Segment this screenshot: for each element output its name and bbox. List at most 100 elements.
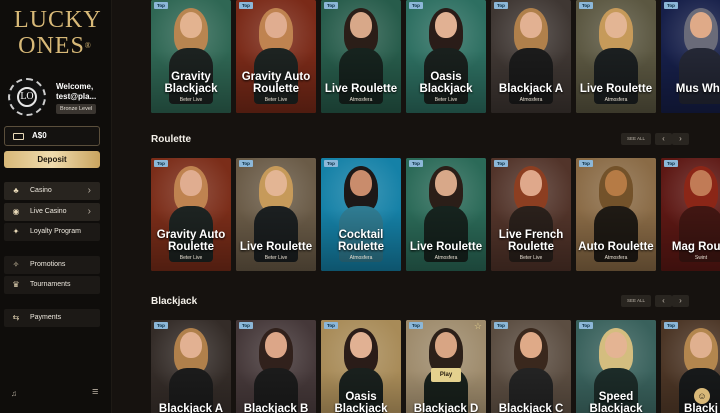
avatar[interactable]: LO xyxy=(8,78,46,116)
game-card[interactable]: Top Blackjack A xyxy=(151,320,231,413)
sidebar-item-tournaments[interactable]: ♛ Tournaments xyxy=(4,276,100,294)
game-card[interactable]: Top Blackjack C xyxy=(491,320,571,413)
chat-icon[interactable]: ☺ xyxy=(694,388,710,404)
game-title: Auto Roulette xyxy=(578,241,654,253)
sidebar-item-live-casino[interactable]: ◉ Live Casino › xyxy=(4,203,100,221)
game-card[interactable]: Top ☆ Play Blackjack D xyxy=(406,320,486,413)
play-button[interactable]: Play xyxy=(431,368,461,382)
top-badge: Top xyxy=(579,2,593,9)
top-badge: Top xyxy=(154,322,168,329)
section-title-blackjack: Blackjack xyxy=(151,296,198,307)
menu-icon[interactable]: ≡ xyxy=(92,386,98,398)
registered-mark: ® xyxy=(84,41,92,50)
game-provider: Beter Live xyxy=(519,255,543,261)
welcome-label: Welcome, xyxy=(56,82,94,91)
game-card[interactable]: Top Mus Whe xyxy=(661,0,720,113)
game-card[interactable]: Top Live Roulette Atmosfera xyxy=(576,0,656,113)
game-title: Live Roulette xyxy=(239,241,313,253)
tournaments-icon: ♛ xyxy=(12,280,20,289)
game-title: Live French Roulette xyxy=(498,229,564,253)
top-badge: Top xyxy=(579,322,593,329)
game-title: Oasis Blackjack xyxy=(334,391,388,413)
top-badge: Top xyxy=(409,322,423,329)
game-card[interactable]: Top Gravity Auto Roulette Beter Live xyxy=(236,0,316,113)
logo-line-1: LUCKY xyxy=(14,7,102,33)
profile-section[interactable]: LO Welcome, test@pla... Bronze Level xyxy=(8,78,108,118)
sidebar: LUCKY ONES® LO Welcome, test@pla... Bron… xyxy=(0,0,112,413)
game-card[interactable]: Top Mag Roule Swint xyxy=(661,158,720,271)
sidebar-item-casino[interactable]: ♣ Casino › xyxy=(4,182,100,200)
game-title: Live Roulette xyxy=(409,241,483,253)
sidebar-item-label: Loyalty Program xyxy=(30,228,81,235)
game-card[interactable]: Top Gravity Blackjack Beter Live xyxy=(151,0,231,113)
game-title: Live Roulette xyxy=(324,83,398,95)
game-card[interactable]: Top Blackjack B xyxy=(236,320,316,413)
game-card[interactable]: Top Oasis Blackjack xyxy=(321,320,401,413)
top-badge: Top xyxy=(494,2,508,9)
top-badge: Top xyxy=(239,322,253,329)
sidebar-item-loyalty-program[interactable]: ✦ Loyalty Program xyxy=(4,223,100,241)
balance-box[interactable]: A$0 xyxy=(4,126,100,146)
game-provider: Atmosfera xyxy=(349,97,373,103)
top-badge: Top xyxy=(494,322,508,329)
card-shade xyxy=(661,0,720,113)
sidebar-item-label: Live Casino xyxy=(30,208,67,215)
top-badge: Top xyxy=(154,2,168,9)
sidebar-item-promotions[interactable]: ✧ Promotions xyxy=(4,256,100,274)
top-badge: Top xyxy=(664,160,678,167)
game-provider: Atmosfera xyxy=(519,97,543,103)
lucky-ones-logo[interactable]: LUCKY ONES® xyxy=(14,7,102,59)
game-title: Mag Roule xyxy=(671,241,720,253)
game-provider: Beter Live xyxy=(264,97,288,103)
loyalty-icon: ✦ xyxy=(12,227,20,236)
top-badge: Top xyxy=(409,160,423,167)
game-provider: Beter Live xyxy=(179,255,203,261)
game-provider: Atmosfera xyxy=(434,255,458,261)
payments-icon: ⇆ xyxy=(12,313,20,322)
account-email: test@pla... xyxy=(56,92,97,101)
game-card[interactable]: Top Cocktail Roulette Atmosfera xyxy=(321,158,401,271)
sidebar-item-payments[interactable]: ⇆ Payments xyxy=(4,309,100,327)
top-badge: Top xyxy=(579,160,593,167)
bell-icon[interactable]: ♫ xyxy=(11,389,17,398)
game-card[interactable]: Top Live Roulette Beter Live xyxy=(236,158,316,271)
deposit-button[interactable]: Deposit xyxy=(4,151,100,168)
wallet-icon xyxy=(13,133,24,140)
game-card[interactable]: Top Auto Roulette Atmosfera xyxy=(576,158,656,271)
card-shade xyxy=(661,320,720,413)
sidebar-item-label: Tournaments xyxy=(30,281,71,288)
game-card[interactable]: Top Blackjack A Atmosfera xyxy=(491,0,571,113)
section-title-roulette: Roulette xyxy=(151,134,191,145)
game-card[interactable]: Top Oasis Blackjack Beter Live xyxy=(406,0,486,113)
sidebar-item-label: Casino xyxy=(30,187,52,194)
avatar-emblem-icon: LO xyxy=(17,87,37,107)
welcome-text: Welcome, test@pla... xyxy=(56,82,96,102)
logo-line-2: ONES xyxy=(18,33,85,59)
chevron-right-icon: › xyxy=(87,185,91,196)
top-badge: Top xyxy=(324,322,338,329)
card-shade xyxy=(491,320,571,413)
blackjack-next-button[interactable]: › xyxy=(672,295,689,307)
game-title: Gravity Blackjack xyxy=(164,71,218,95)
game-card[interactable]: Top Live Roulette Atmosfera xyxy=(406,158,486,271)
game-title: Speed Blackjack xyxy=(589,391,643,413)
game-card[interactable]: Top Live Roulette Atmosfera xyxy=(321,0,401,113)
game-lobby: Top Gravity Blackjack Beter Live Top Gravity… xyxy=(112,0,720,413)
blackjack-prev-button[interactable]: ‹ xyxy=(655,295,672,307)
game-card[interactable]: Top Blackj xyxy=(661,320,720,413)
see-all-blackjack-button[interactable]: SEE ALL xyxy=(621,295,651,307)
roulette-prev-button[interactable]: ‹ xyxy=(655,133,672,145)
roulette-next-button[interactable]: › xyxy=(672,133,689,145)
game-card[interactable]: Top Speed Blackjack xyxy=(576,320,656,413)
level-badge: Bronze Level xyxy=(56,104,97,114)
top-badge: Top xyxy=(409,2,423,9)
game-provider: Swint xyxy=(694,255,708,261)
favorite-star-icon[interactable]: ☆ xyxy=(474,321,482,332)
see-all-roulette-button[interactable]: SEE ALL xyxy=(621,133,651,145)
game-card[interactable]: Top Gravity Auto Roulette Beter Live xyxy=(151,158,231,271)
game-provider: Beter Live xyxy=(264,255,288,261)
game-title: Cocktail Roulette xyxy=(338,229,384,253)
game-card[interactable]: Top Live French Roulette Beter Live xyxy=(491,158,571,271)
sidebar-item-label: Promotions xyxy=(30,261,66,268)
game-provider: Beter Live xyxy=(434,97,458,103)
